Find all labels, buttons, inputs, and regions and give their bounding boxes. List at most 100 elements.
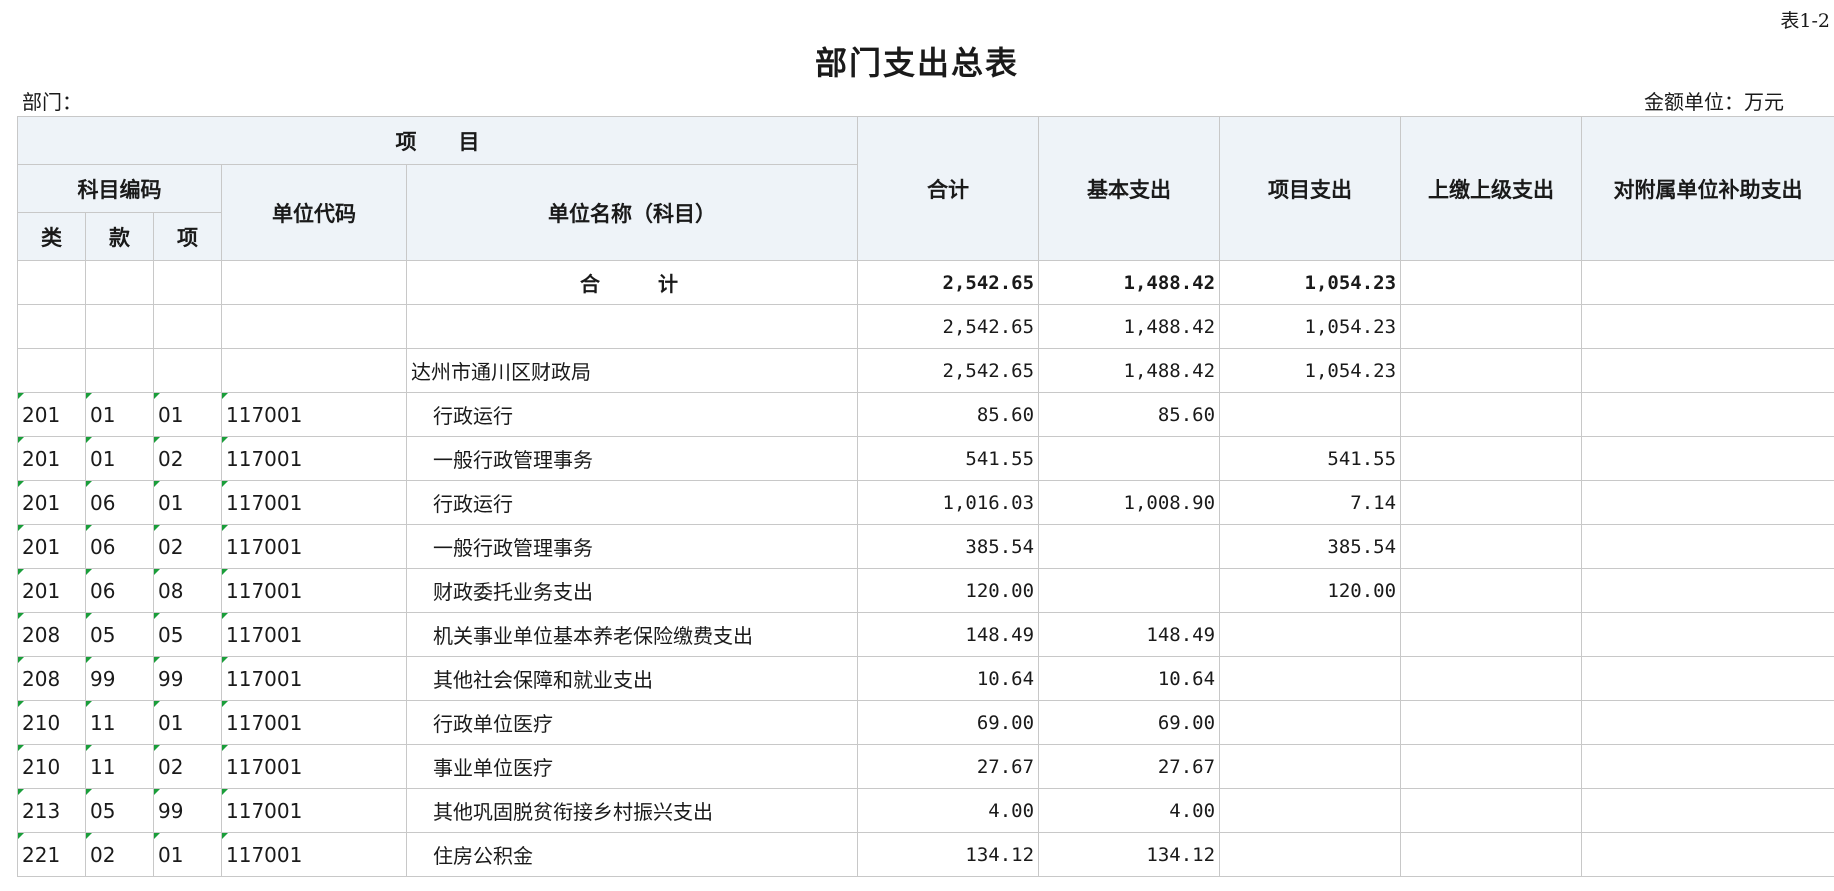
header-project-expenditure: 项目支出 <box>1219 116 1402 261</box>
cell-basic: 134.12 <box>1038 832 1221 877</box>
header-basic: 基本支出 <box>1038 116 1221 261</box>
cell-lei: 201 <box>17 524 86 569</box>
cell-subsidy <box>1581 436 1834 481</box>
cell-project-expenditure <box>1219 392 1402 437</box>
cell-lei: 201 <box>17 392 86 437</box>
header-total: 合计 <box>857 116 1040 261</box>
cell-unit-code <box>221 260 407 305</box>
cell-lei <box>17 304 86 349</box>
cell-total: 10.64 <box>857 656 1040 701</box>
cell-project-expenditure <box>1219 656 1402 701</box>
cell-kuan: 01 <box>85 392 154 437</box>
cell-xiang <box>153 260 222 305</box>
cell-unit-code: 117001 <box>221 656 407 701</box>
cell-unit-name: 机关事业单位基本养老保险缴费支出 <box>405 612 859 657</box>
cell-basic: 10.64 <box>1038 656 1221 701</box>
cell-project-expenditure: 1,054.23 <box>1219 304 1402 349</box>
cell-xiang: 01 <box>153 480 222 525</box>
cell-unit-code: 117001 <box>221 392 407 437</box>
table-number: 表1-2 <box>1780 10 1830 32</box>
cell-lei: 201 <box>17 436 86 481</box>
table-row: 213 05 99 117001 其他巩固脱贫衔接乡村振兴支出 4.00 4.00 <box>17 788 1834 833</box>
header-subject-code: 科目编码 <box>17 164 222 213</box>
cell-kuan <box>85 260 154 305</box>
cell-kuan <box>85 304 154 349</box>
header-kuan: 款 <box>85 212 154 261</box>
cell-upper-payment <box>1400 260 1583 305</box>
cell-xiang: 02 <box>153 744 222 789</box>
cell-total: 148.49 <box>857 612 1040 657</box>
cell-project-expenditure <box>1219 788 1402 833</box>
cell-total: 541.55 <box>857 436 1040 481</box>
cell-project-expenditure <box>1219 744 1402 789</box>
cell-unit-code: 117001 <box>221 480 407 525</box>
cell-upper-payment <box>1400 788 1583 833</box>
cell-unit-code: 117001 <box>221 568 407 613</box>
cell-unit-name: 达州市通川区财政局 <box>405 348 859 393</box>
cell-unit-name: 其他社会保障和就业支出 <box>405 656 859 701</box>
cell-project-expenditure <box>1219 612 1402 657</box>
cell-xiang: 01 <box>153 700 222 745</box>
cell-subsidy <box>1581 612 1834 657</box>
cell-kuan: 06 <box>85 568 154 613</box>
cell-unit-code <box>221 304 407 349</box>
page-title: 部门支出总表 <box>814 44 1019 82</box>
cell-xiang: 08 <box>153 568 222 613</box>
cell-unit-code: 117001 <box>221 700 407 745</box>
cell-unit-name: 住房公积金 <box>405 832 859 877</box>
department-label: 部门： <box>22 90 82 114</box>
cell-basic: 69.00 <box>1038 700 1221 745</box>
cell-unit-name: 一般行政管理事务 <box>405 436 859 481</box>
cell-total: 69.00 <box>857 700 1040 745</box>
cell-project-expenditure: 120.00 <box>1219 568 1402 613</box>
cell-subsidy <box>1581 392 1834 437</box>
cell-upper-payment <box>1400 656 1583 701</box>
cell-xiang <box>153 348 222 393</box>
cell-kuan: 06 <box>85 524 154 569</box>
header-unit-code: 单位代码 <box>221 164 407 261</box>
table-row: 210 11 01 117001 行政单位医疗 69.00 69.00 <box>17 700 1834 745</box>
cell-lei: 208 <box>17 612 86 657</box>
cell-xiang: 05 <box>153 612 222 657</box>
cell-unit-name: 行政运行 <box>405 392 859 437</box>
table-row: 201 06 08 117001 财政委托业务支出 120.00 120.00 <box>17 568 1834 613</box>
cell-project-expenditure <box>1219 832 1402 877</box>
cell-unit-name: 一般行政管理事务 <box>405 524 859 569</box>
total-row: 合 计 2,542.65 1,488.42 1,054.23 <box>17 260 1834 305</box>
cell-unit-code: 117001 <box>221 744 407 789</box>
cell-subsidy <box>1581 568 1834 613</box>
cell-basic <box>1038 436 1221 481</box>
cell-total: 1,016.03 <box>857 480 1040 525</box>
cell-upper-payment <box>1400 392 1583 437</box>
cell-basic <box>1038 524 1221 569</box>
cell-unit-name: 行政单位医疗 <box>405 700 859 745</box>
cell-upper-payment <box>1400 832 1583 877</box>
cell-basic: 4.00 <box>1038 788 1221 833</box>
table-row: 208 99 99 117001 其他社会保障和就业支出 10.64 10.64 <box>17 656 1834 701</box>
cell-upper-payment <box>1400 568 1583 613</box>
cell-unit-code: 117001 <box>221 612 407 657</box>
table-row: 208 05 05 117001 机关事业单位基本养老保险缴费支出 148.49 148.4… <box>17 612 1834 657</box>
table-row: 达州市通川区财政局 2,542.65 1,488.42 1,054.23 <box>17 348 1834 393</box>
cell-upper-payment <box>1400 700 1583 745</box>
expenditure-table: 项 目 合计 基本支出 项目支出 上缴上级支出 对附属单位补助支出 科目编码 单… <box>16 116 1834 877</box>
cell-subsidy <box>1581 480 1834 525</box>
cell-kuan: 99 <box>85 656 154 701</box>
cell-unit-name: 财政委托业务支出 <box>405 568 859 613</box>
cell-subsidy <box>1581 832 1834 877</box>
header-lei: 类 <box>17 212 86 261</box>
cell-unit-name <box>405 304 859 349</box>
cell-total: 120.00 <box>857 568 1040 613</box>
cell-basic: 1,008.90 <box>1038 480 1221 525</box>
cell-xiang: 99 <box>153 788 222 833</box>
cell-unit-code <box>221 348 407 393</box>
cell-upper-payment <box>1400 480 1583 525</box>
cell-subsidy <box>1581 304 1834 349</box>
cell-subsidy <box>1581 700 1834 745</box>
cell-total: 134.12 <box>857 832 1040 877</box>
cell-subsidy <box>1581 524 1834 569</box>
cell-kuan: 05 <box>85 788 154 833</box>
cell-xiang: 02 <box>153 524 222 569</box>
cell-project-expenditure: 1,054.23 <box>1219 348 1402 393</box>
cell-basic: 27.67 <box>1038 744 1221 789</box>
